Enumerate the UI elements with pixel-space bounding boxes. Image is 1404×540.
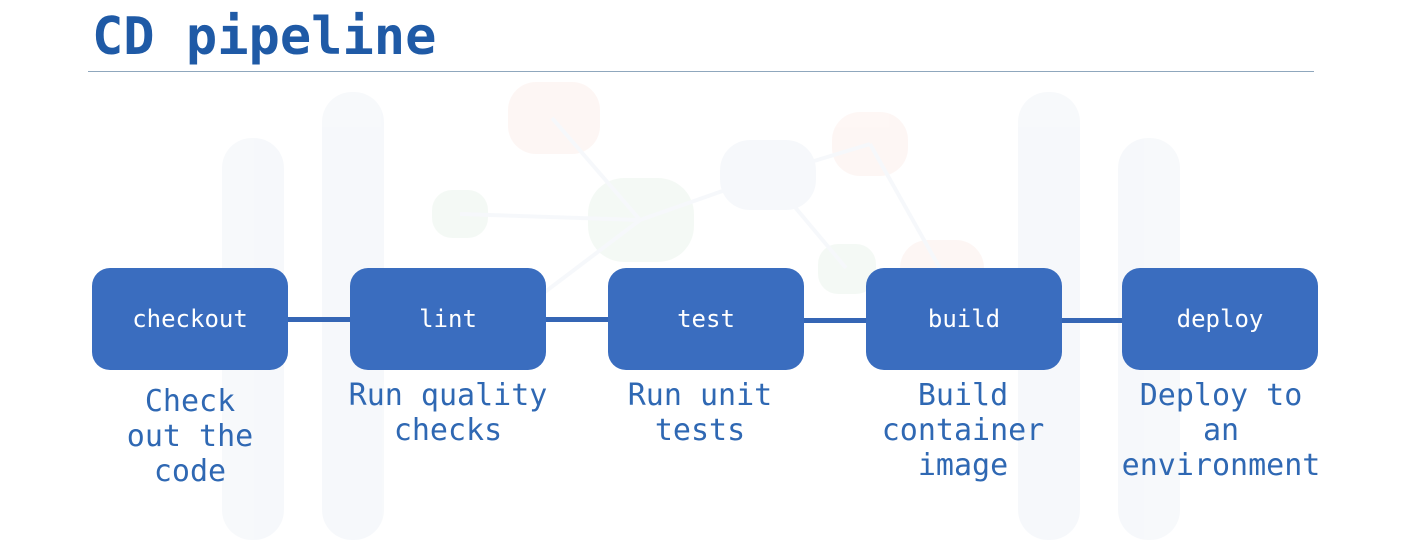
stage-test: test — [608, 268, 804, 370]
description-line: out the — [126, 419, 254, 454]
connector-build-deploy — [1060, 318, 1126, 323]
stage-label-lint: lint — [419, 305, 477, 333]
description-line: code — [153, 454, 227, 489]
description-line: Deploy to — [1139, 378, 1303, 413]
stage-label-test: test — [677, 305, 735, 333]
description-line: an — [1202, 413, 1240, 448]
description-line: Build — [917, 378, 1009, 413]
stage-build: build — [866, 268, 1062, 370]
description-line: Run unit — [627, 378, 773, 413]
stage-lint: lint — [350, 268, 546, 370]
description-line: Check — [144, 384, 236, 419]
stage-description-checkout: Check out the code — [70, 384, 310, 489]
description-line: image — [917, 448, 1009, 483]
connector-test-build — [802, 318, 868, 323]
stage-label-build: build — [927, 305, 1001, 333]
connector-lint-test — [544, 317, 610, 322]
stage-label-checkout: checkout — [132, 305, 248, 333]
stage-deploy: deploy — [1122, 268, 1318, 370]
stage-description-test: Run unit tests — [580, 378, 820, 448]
pipeline-diagram: checkout lint test build deploy Check ou… — [0, 0, 1404, 540]
description-line: environment — [1121, 448, 1321, 483]
description-line: checks — [393, 413, 503, 448]
stage-checkout: checkout — [92, 268, 288, 370]
connector-checkout-lint — [286, 317, 352, 322]
description-line: tests — [654, 413, 746, 448]
stage-label-deploy: deploy — [1176, 305, 1264, 333]
stage-description-lint: Run quality checks — [328, 378, 568, 448]
stage-description-build: Build container image — [843, 378, 1083, 483]
description-line: Run quality — [348, 378, 548, 413]
description-line: container — [881, 413, 1045, 448]
stage-description-deploy: Deploy to an environment — [1101, 378, 1341, 483]
